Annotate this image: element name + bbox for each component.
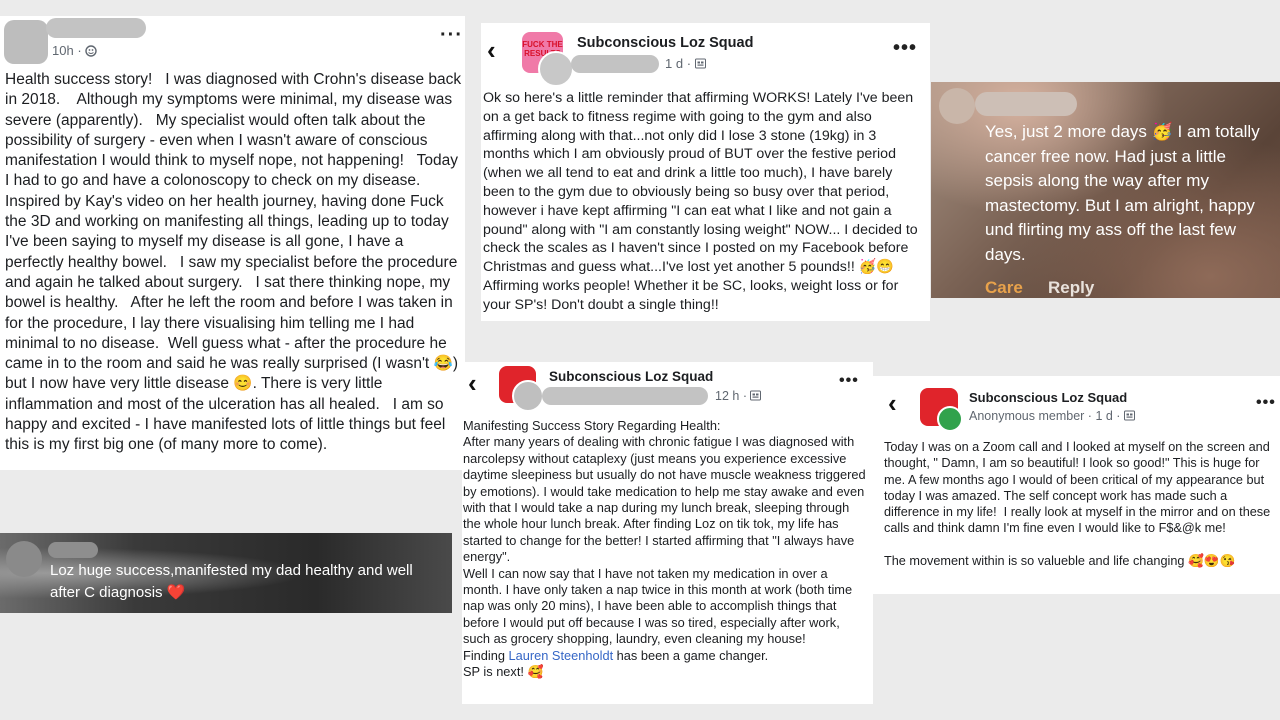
avatar[interactable] [4,20,48,64]
author-name[interactable] [46,18,146,38]
avatar[interactable] [6,541,42,577]
group-name[interactable]: Subconscious Loz Squad [549,369,713,384]
post-card-1: 10h · ··· Health success story! I was di… [0,16,465,470]
group-name[interactable]: Subconscious Loz Squad [577,35,753,51]
avatar[interactable] [512,380,544,412]
post-card-4: Loz huge success,manifested my dad healt… [0,533,452,613]
group-name[interactable]: Subconscious Loz Squad [969,390,1127,405]
care-button[interactable]: Care [985,278,1023,298]
post-time[interactable]: 12 h [715,389,739,403]
post-time[interactable]: 10h [52,43,74,58]
group-icon [1123,410,1135,421]
author-name[interactable] [48,542,98,558]
mention-link[interactable]: Lauren Steenholdt [509,648,614,663]
author-name[interactable]: Anonymous member [969,409,1084,423]
post-card-3: Yes, just 2 more days 🥳 I am totally can… [931,82,1280,298]
author-name[interactable] [975,92,1077,116]
avatar[interactable] [939,88,975,124]
post-card-5: ‹ Subconscious Loz Squad 12 h · ••• Mani… [462,362,873,704]
group-icon [694,58,706,69]
author-name[interactable] [542,387,708,405]
post-text: Manifesting Success Story Regarding Heal… [463,418,866,680]
back-icon[interactable]: ‹ [888,388,897,419]
comment-text: Yes, just 2 more days 🥳 I am totally can… [985,122,1265,264]
post-card-2: ‹ FUCK THE RESULTS Subconscious Loz Squa… [481,23,930,321]
avatar[interactable] [538,51,574,87]
post-time[interactable]: 1 d [665,56,683,71]
post-time[interactable]: 1 d [1095,409,1112,423]
post-text: Health success story! I was diagnosed wi… [5,71,462,454]
friends-icon [85,45,97,57]
post-text: Today I was on a Zoom call and I looked … [884,440,1271,569]
reply-button[interactable]: Reply [1048,278,1094,298]
more-icon[interactable]: ••• [839,372,859,390]
more-icon[interactable]: ••• [1256,394,1276,412]
more-icon[interactable]: ··· [440,24,463,47]
comment-text: Loz huge success,manifested my dad healt… [50,562,417,601]
post-card-6: ‹ Subconscious Loz Squad Anonymous membe… [873,376,1280,594]
back-icon[interactable]: ‹ [468,368,477,399]
post-text: Ok so here's a little reminder that affi… [483,90,922,313]
anonymous-icon [937,406,963,432]
back-icon[interactable]: ‹ [487,35,496,66]
group-icon [750,390,762,401]
author-name[interactable] [571,55,659,73]
more-icon[interactable]: ••• [893,37,917,60]
